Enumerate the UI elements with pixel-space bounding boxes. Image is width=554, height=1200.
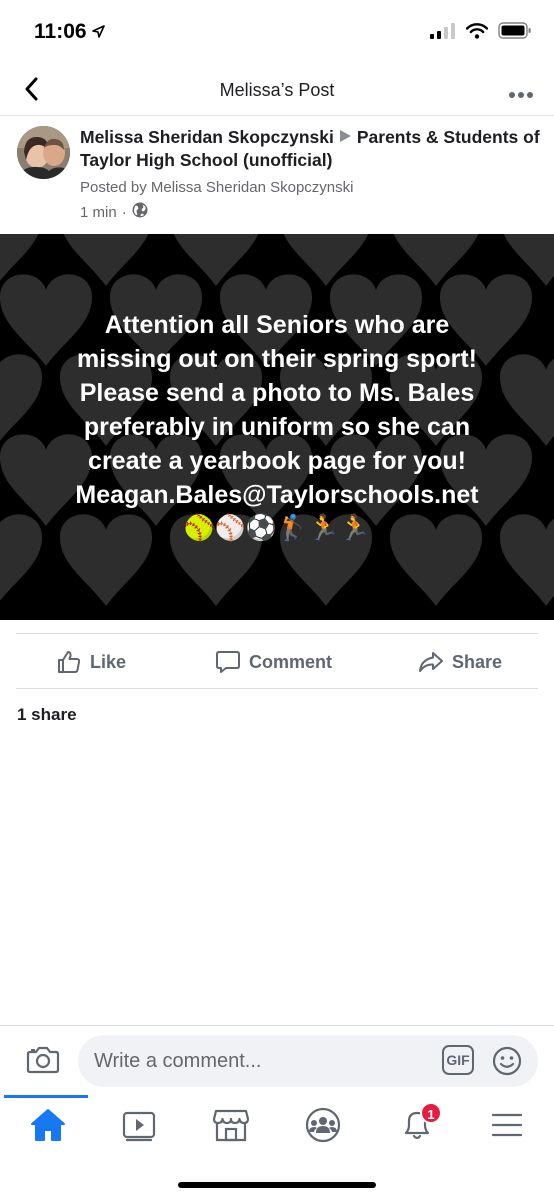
emoji-icon [492,1046,522,1076]
comment-label: Comment [249,651,333,672]
image-text-line: Please send a photo to Ms. Bales [79,379,475,407]
tab-groups[interactable] [300,1107,346,1143]
nav-bar: Melissa’s Post [0,66,554,116]
shares-count[interactable]: 1 share [17,705,77,725]
home-indicator [178,1182,376,1188]
comment-button[interactable]: Comment [215,634,332,690]
image-text-line: missing out on their spring sport! [77,345,477,373]
share-label: Share [452,651,503,672]
marketplace-icon [212,1109,250,1142]
camera-button[interactable] [26,1045,60,1080]
avatar[interactable] [17,126,70,179]
image-text-line: Meagan.Bales@Taylorschools.net [75,481,479,509]
comment-box: GIF [78,1035,538,1087]
status-bar: 11:06 [0,0,554,66]
post-header: Melissa Sheridan Skopczynski Parents & St… [0,116,554,234]
tab-marketplace[interactable] [208,1107,254,1143]
watch-icon [122,1111,156,1142]
author-name[interactable]: Melissa Sheridan Skopczynski [80,127,334,147]
post-time[interactable]: 1 min [80,204,117,221]
post-image-text: Attention all Seniors who are missing ou… [0,308,554,512]
globe-icon [132,202,148,222]
notifications-badge: 1 [420,1102,442,1124]
comment-icon [216,651,240,673]
image-text-line: create a yearbook page for you! [88,447,466,475]
status-time: 11:06 [34,20,87,43]
groups-icon [305,1107,341,1143]
signal-icon [430,22,456,44]
tab-home[interactable] [25,1107,71,1143]
gif-button[interactable]: GIF [442,1045,474,1075]
triangle-arrow-icon [339,130,351,142]
like-icon [58,651,81,673]
like-label: Like [90,651,127,672]
more-options-button[interactable] [508,86,534,98]
wifi-icon [465,22,489,44]
post-actions: Like Comment Share [16,633,538,689]
like-button[interactable]: Like [56,634,126,690]
posted-by: Posted by Melissa Sheridan Skopczynski [80,179,354,196]
post-image[interactable]: Attention all Seniors who are missing ou… [0,234,554,620]
share-icon [419,652,443,672]
battery-icon [498,22,532,44]
sports-emojis: 🥎⚾⚽🏌🏃🏃 [183,514,371,542]
location-arrow-icon [92,25,105,43]
tab-menu[interactable] [484,1107,530,1143]
image-text-line: Attention all Seniors who are [104,311,450,339]
menu-icon [491,1113,523,1137]
post-title: Melissa Sheridan Skopczynski Parents & St… [80,126,540,172]
share-button[interactable]: Share [418,634,502,690]
more-dots-icon [509,92,533,98]
status-icons [430,22,532,44]
page-title: Melissa’s Post [219,80,335,100]
meta-separator: · [121,203,127,221]
emoji-button[interactable] [492,1046,522,1081]
camera-icon [26,1046,60,1074]
comment-composer: GIF [0,1025,554,1095]
image-text-line: preferably in uniform so she can [83,413,471,441]
home-icon [31,1109,65,1141]
bottom-tab-bar: 1 [0,1095,554,1200]
post-meta: 1 min · [80,202,148,222]
comment-input[interactable] [94,1035,434,1087]
tab-watch[interactable] [117,1107,163,1143]
active-tab-indicator [4,1095,88,1098]
